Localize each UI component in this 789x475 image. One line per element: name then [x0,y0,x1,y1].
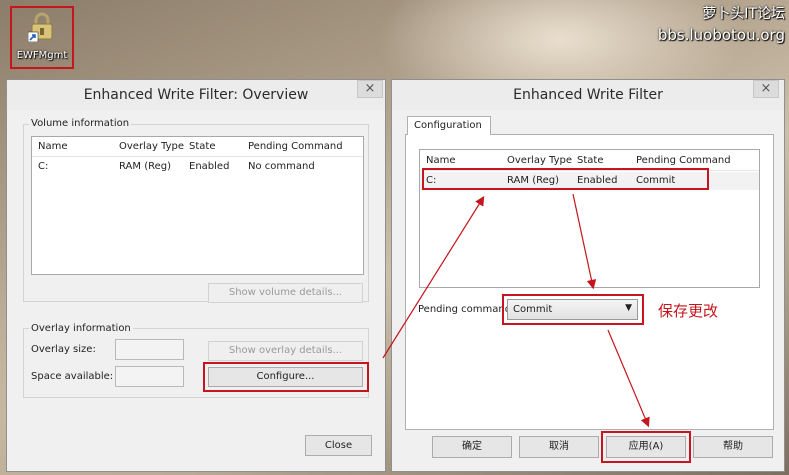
arrow-select-to-apply [607,329,650,428]
arrow-list-to-select [572,193,597,290]
arrow-configure-to-list [382,195,485,359]
annotation-arrows [382,193,650,428]
